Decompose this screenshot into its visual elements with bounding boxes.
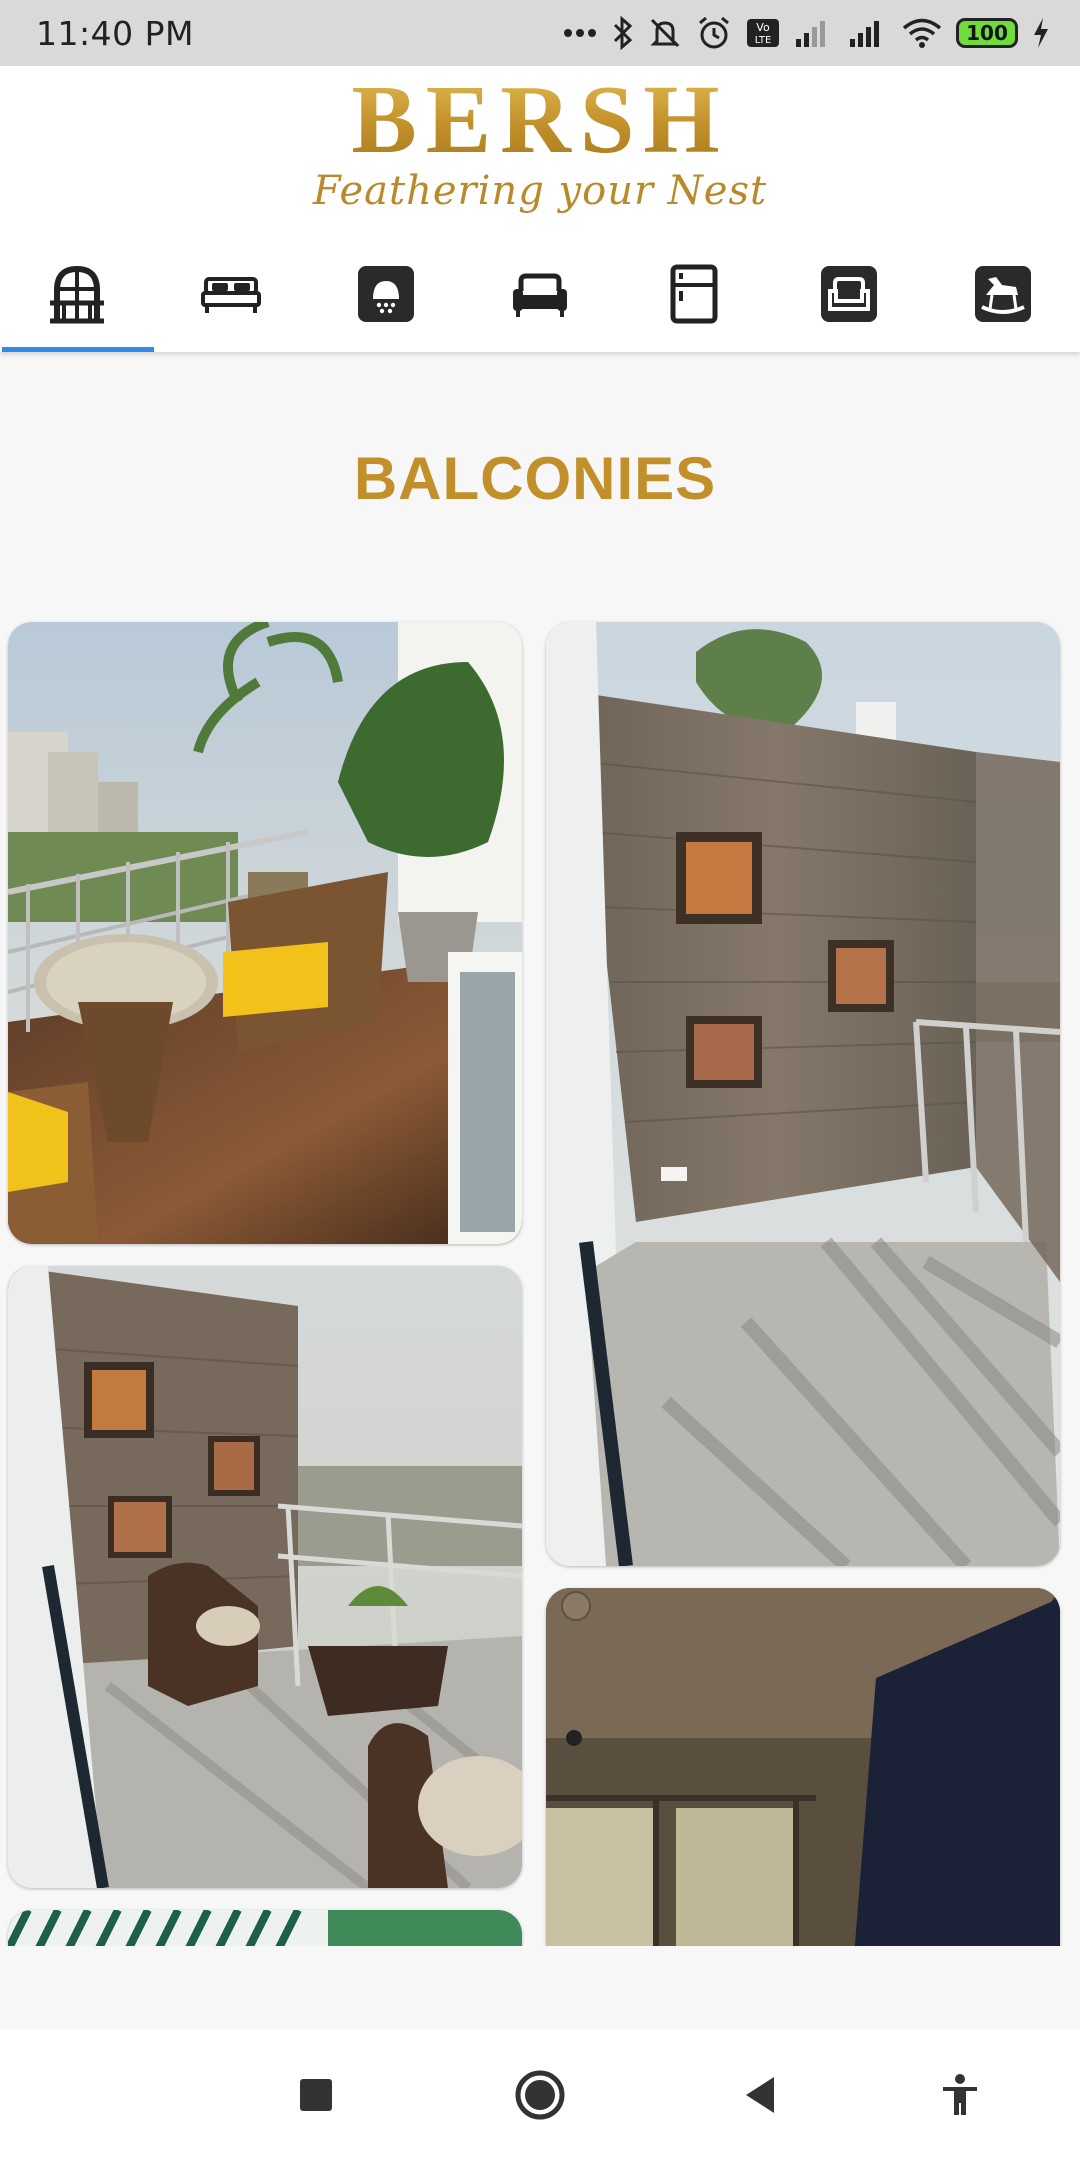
bluetooth-icon (612, 13, 634, 53)
bed-icon (201, 277, 262, 313)
tab-chairs[interactable] (771, 236, 925, 352)
balcony-icon (50, 265, 105, 324)
balcony-photo (8, 622, 522, 1244)
tab-beds[interactable] (154, 236, 308, 352)
svg-text:LTE: LTE (755, 35, 772, 46)
category-tabs (0, 236, 1080, 352)
photo-gallery (0, 600, 1080, 1946)
mute-icon (648, 13, 682, 53)
brand-name: BERSH (0, 70, 1080, 170)
page-title: BALCONIES (353, 445, 717, 512)
balcony-photo (8, 1266, 522, 1888)
alarm-icon (696, 13, 732, 53)
tab-sofas[interactable] (463, 236, 617, 352)
app-header: BERSH Feathering your Nest (0, 66, 1080, 352)
system-nav-bar (0, 2030, 1080, 2160)
brand-tagline: Feathering your Nest (312, 168, 768, 214)
accessibility-button[interactable] (920, 2055, 1000, 2135)
status-bar: 11:40 PM Vo LTE 100 (0, 0, 1080, 66)
gallery-photo[interactable] (546, 1588, 1060, 1946)
tab-storage[interactable] (617, 236, 771, 352)
signal-icon (794, 13, 834, 53)
tab-kids[interactable] (926, 236, 1080, 352)
gallery-photo[interactable] (8, 1266, 522, 1888)
home-button[interactable] (500, 2055, 580, 2135)
status-time: 11:40 PM (36, 13, 194, 53)
back-button[interactable] (720, 2055, 800, 2135)
wardrobe-icon (670, 264, 718, 324)
gallery-photo[interactable] (8, 622, 522, 1244)
status-icons: Vo LTE 100 (562, 13, 1050, 53)
charging-icon (1032, 13, 1050, 53)
battery-icon: 100 (956, 18, 1018, 48)
gallery-photo[interactable] (546, 622, 1060, 1566)
gallery-photo[interactable] (8, 1910, 522, 1946)
accessibility-icon (943, 2074, 977, 2115)
recent-apps-button[interactable] (276, 2055, 356, 2135)
lamp-icon (357, 266, 414, 322)
signal-icon (848, 13, 888, 53)
armchair-icon (820, 266, 877, 322)
home-icon (515, 2070, 565, 2120)
brand-logo[interactable]: BERSH Feathering your Nest (0, 70, 1080, 214)
balcony-photo (546, 622, 1060, 1566)
tab-lighting[interactable] (309, 236, 463, 352)
sofa-icon (512, 273, 567, 317)
back-icon (746, 2077, 774, 2113)
rocking-horse-icon (974, 266, 1031, 322)
tab-balconies[interactable] (0, 236, 155, 352)
balcony-photo (546, 1588, 1060, 1946)
balcony-photo (8, 1910, 522, 1946)
recent-apps-icon (300, 2079, 332, 2111)
more-dots-icon (562, 13, 598, 53)
volte-icon: Vo LTE (746, 13, 780, 53)
wifi-icon (902, 13, 942, 53)
svg-text:Vo: Vo (756, 21, 770, 34)
